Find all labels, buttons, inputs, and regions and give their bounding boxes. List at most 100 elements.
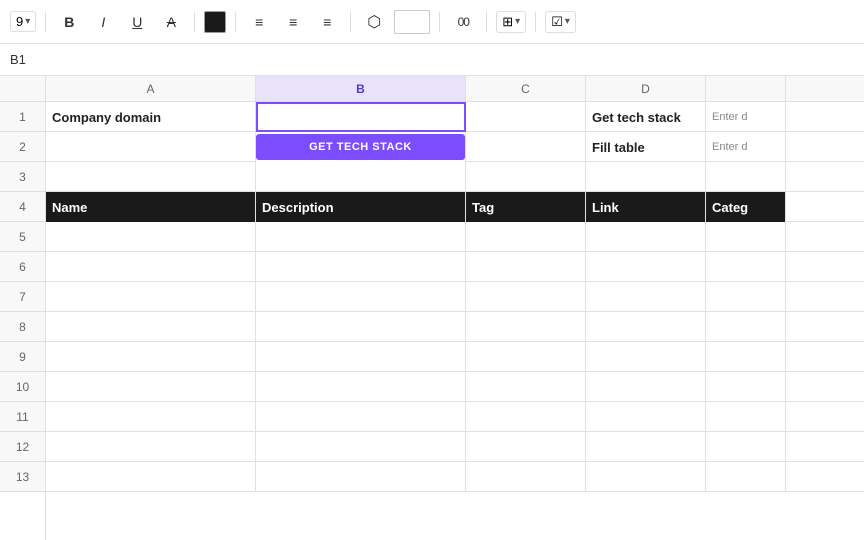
cell-d5[interactable] xyxy=(586,222,706,252)
align-center-button[interactable]: ≡ xyxy=(279,8,307,36)
col-header-c[interactable]: C xyxy=(466,76,586,101)
cell-d2[interactable]: Fill table xyxy=(586,132,706,162)
row-number-column: 1 2 3 4 5 6 7 8 9 10 11 12 13 xyxy=(0,76,46,540)
table-row xyxy=(46,252,864,282)
cell-e13[interactable] xyxy=(706,462,786,492)
cell-b9[interactable] xyxy=(256,342,466,372)
cell-b13[interactable] xyxy=(256,462,466,492)
cell-b5[interactable] xyxy=(256,222,466,252)
currency-button[interactable]: 00 xyxy=(449,8,477,36)
cell-b10[interactable] xyxy=(256,372,466,402)
col-header-b[interactable]: B xyxy=(256,76,466,101)
row-num-3: 3 xyxy=(0,162,45,192)
cell-a10[interactable] xyxy=(46,372,256,402)
cell-a8[interactable] xyxy=(46,312,256,342)
col-header-a[interactable]: A xyxy=(46,76,256,101)
cell-reference-bar: B1 xyxy=(0,44,864,76)
format-combo[interactable]: ⊞ ▾ xyxy=(496,11,526,33)
font-size-control[interactable]: 9 ▾ xyxy=(10,11,36,32)
cell-e11[interactable] xyxy=(706,402,786,432)
cell-b12[interactable] xyxy=(256,432,466,462)
underline-button[interactable]: U xyxy=(123,8,151,36)
cell-d3[interactable] xyxy=(586,162,706,192)
cell-d13[interactable] xyxy=(586,462,706,492)
cell-a1[interactable]: Company domain xyxy=(46,102,256,132)
cell-c1[interactable] xyxy=(466,102,586,132)
cell-a11[interactable] xyxy=(46,402,256,432)
table-row xyxy=(46,432,864,462)
cell-e7[interactable] xyxy=(706,282,786,312)
cell-e8[interactable] xyxy=(706,312,786,342)
bold-button[interactable]: B xyxy=(55,8,83,36)
font-color-swatch[interactable] xyxy=(204,11,226,33)
cell-a7[interactable] xyxy=(46,282,256,312)
cell-c6[interactable] xyxy=(466,252,586,282)
cell-c5[interactable] xyxy=(466,222,586,252)
cell-d10[interactable] xyxy=(586,372,706,402)
cell-c10[interactable] xyxy=(466,372,586,402)
cell-b6[interactable] xyxy=(256,252,466,282)
cell-a12[interactable] xyxy=(46,432,256,462)
cell-a5[interactable] xyxy=(46,222,256,252)
cell-e5[interactable] xyxy=(706,222,786,252)
cell-b3[interactable] xyxy=(256,162,466,192)
cell-d4[interactable]: Link xyxy=(586,192,706,222)
checkbox-combo[interactable]: ☑ ▾ xyxy=(545,11,576,33)
row-num-4: 4 xyxy=(0,192,45,222)
cell-e1[interactable]: Enter d xyxy=(706,102,786,132)
align-right-button[interactable]: ≡ xyxy=(313,8,341,36)
cell-c7[interactable] xyxy=(466,282,586,312)
get-tech-stack-button[interactable]: GET TECH STACK xyxy=(256,134,465,160)
cell-e12[interactable] xyxy=(706,432,786,462)
cell-d8[interactable] xyxy=(586,312,706,342)
cell-e9[interactable] xyxy=(706,342,786,372)
cell-e3[interactable] xyxy=(706,162,786,192)
spreadsheet-container: 1 2 3 4 5 6 7 8 9 10 11 12 13 A B C D Co… xyxy=(0,76,864,540)
cell-b1[interactable] xyxy=(256,102,466,132)
format-button[interactable]: ⬡ xyxy=(360,8,388,36)
format-combo-chevron: ▾ xyxy=(515,16,520,27)
cell-b11[interactable] xyxy=(256,402,466,432)
cell-a6[interactable] xyxy=(46,252,256,282)
cell-e2[interactable]: Enter d xyxy=(706,132,786,162)
row-num-9: 9 xyxy=(0,342,45,372)
cell-a9[interactable] xyxy=(46,342,256,372)
row-num-5: 5 xyxy=(0,222,45,252)
cell-a13[interactable] xyxy=(46,462,256,492)
cell-e4[interactable]: Categ xyxy=(706,192,786,222)
cell-c12[interactable] xyxy=(466,432,586,462)
cell-b7[interactable] xyxy=(256,282,466,312)
col-header-e[interactable] xyxy=(706,76,786,101)
cell-d1[interactable]: Get tech stack xyxy=(586,102,706,132)
row-num-1: 1 xyxy=(0,102,45,132)
cell-c9[interactable] xyxy=(466,342,586,372)
cell-b4[interactable]: Description xyxy=(256,192,466,222)
cell-c11[interactable] xyxy=(466,402,586,432)
row-num-8: 8 xyxy=(0,312,45,342)
cell-d7[interactable] xyxy=(586,282,706,312)
cell-d9[interactable] xyxy=(586,342,706,372)
cell-c8[interactable] xyxy=(466,312,586,342)
cell-c4[interactable]: Tag xyxy=(466,192,586,222)
table-row xyxy=(46,222,864,252)
divider-4 xyxy=(350,12,351,32)
strikethrough-button[interactable]: A xyxy=(157,8,185,36)
cell-a3[interactable] xyxy=(46,162,256,192)
checkbox-combo-chevron: ▾ xyxy=(565,16,570,27)
color-input-box xyxy=(394,10,430,34)
cell-e10[interactable] xyxy=(706,372,786,402)
italic-button[interactable]: I xyxy=(89,8,117,36)
col-header-d[interactable]: D xyxy=(586,76,706,101)
cell-d6[interactable] xyxy=(586,252,706,282)
divider-5 xyxy=(439,12,440,32)
align-left-button[interactable]: ≡ xyxy=(245,8,273,36)
cell-c2[interactable] xyxy=(466,132,586,162)
cell-c13[interactable] xyxy=(466,462,586,492)
cell-d12[interactable] xyxy=(586,432,706,462)
cell-c3[interactable] xyxy=(466,162,586,192)
cell-a4[interactable]: Name xyxy=(46,192,256,222)
cell-e6[interactable] xyxy=(706,252,786,282)
cell-d11[interactable] xyxy=(586,402,706,432)
cell-b8[interactable] xyxy=(256,312,466,342)
cell-a2[interactable] xyxy=(46,132,256,162)
